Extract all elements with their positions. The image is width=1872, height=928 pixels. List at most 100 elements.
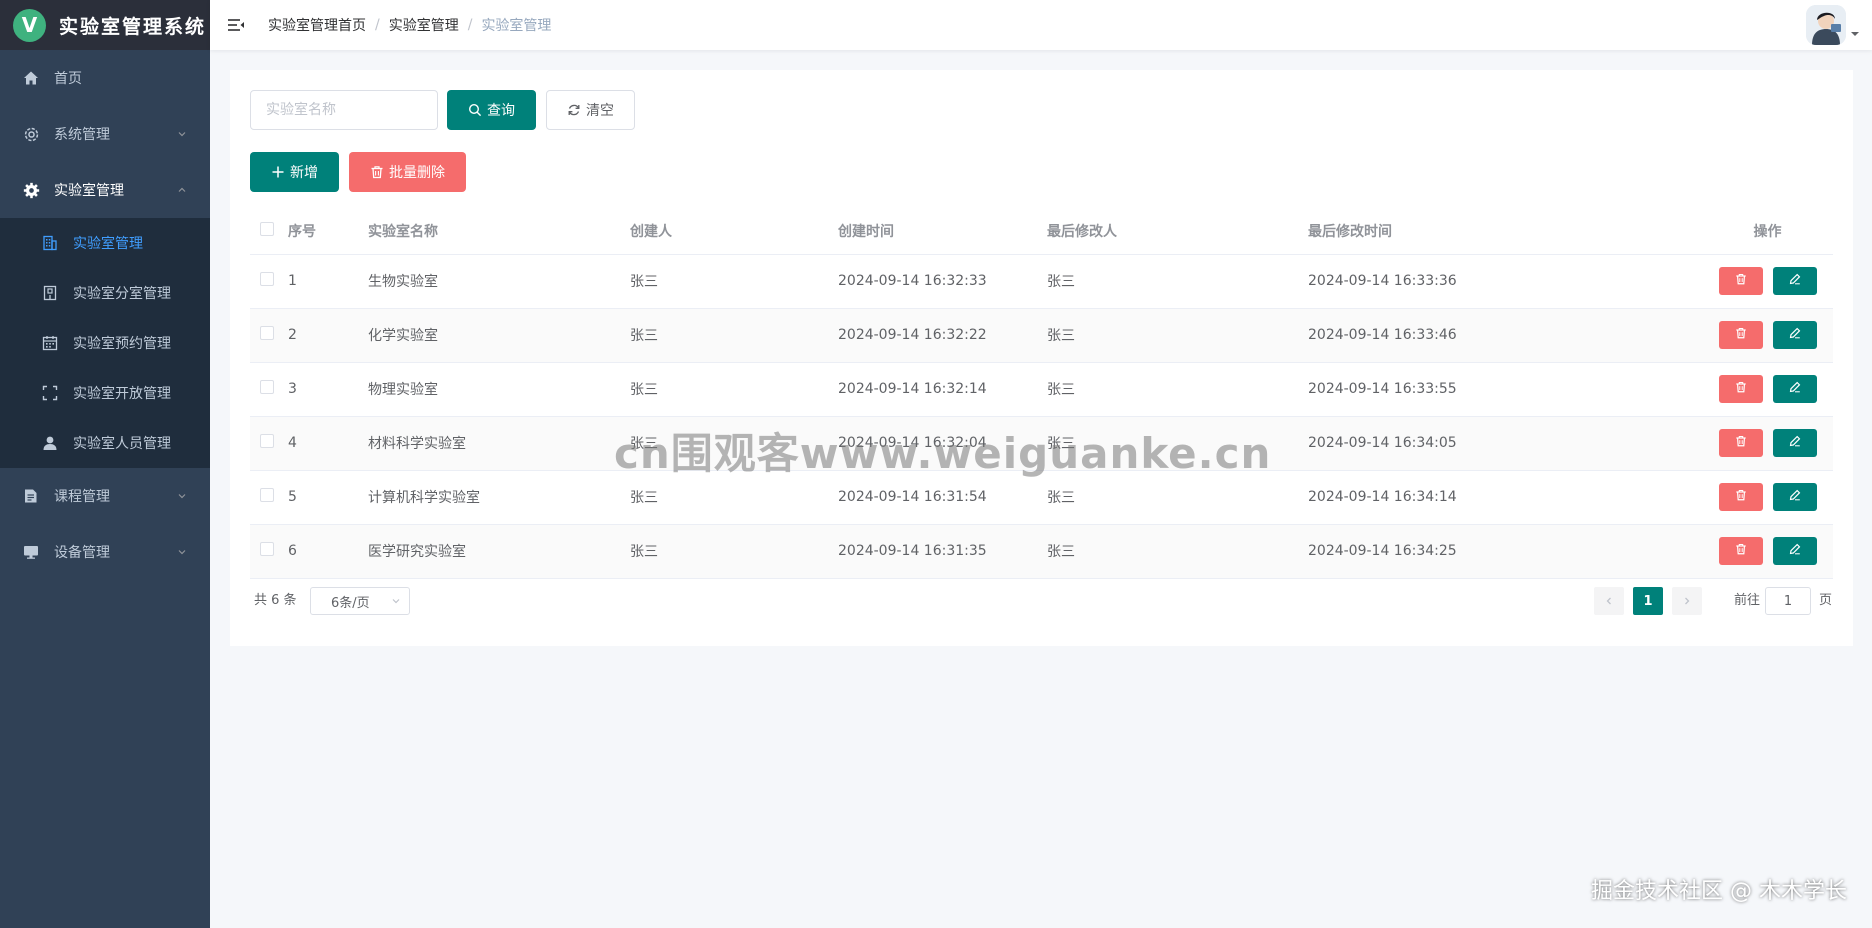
cell-modified: 2024-09-14 16:34:25	[1308, 524, 1702, 579]
sidebar-item-course[interactable]: 课程管理	[0, 468, 210, 524]
clear-button[interactable]: 清空	[546, 90, 635, 130]
navbar: 实验室管理首页 / 实验室管理 / 实验室管理	[210, 0, 1872, 50]
gear-outline-icon	[22, 125, 40, 143]
select-all-checkbox[interactable]	[260, 221, 274, 236]
page-size-value: 6条/页	[331, 595, 370, 611]
cell-modifier: 张三	[1047, 524, 1308, 579]
sidebar-item-system[interactable]: 系统管理	[0, 106, 210, 162]
edit-icon	[1789, 381, 1801, 397]
delete-button[interactable]	[1718, 375, 1763, 403]
breadcrumb-current: 实验室管理	[481, 18, 552, 34]
cell-modifier: 张三	[1047, 254, 1308, 309]
cell-name: 材料科学实验室	[368, 416, 630, 471]
prev-page-button[interactable]	[1594, 587, 1624, 615]
trash-icon	[1735, 381, 1747, 397]
office-icon	[41, 284, 59, 302]
sidebar-subitem-lab-rooms[interactable]: 实验室分室管理	[0, 268, 210, 318]
chevron-down-icon	[178, 132, 186, 137]
sidebar-subitem-lab-management[interactable]: 实验室管理	[0, 218, 210, 268]
table-row[interactable]: 4 材料科学实验室 张三 2024-09-14 16:32:04 张三 2024-09-1…	[250, 416, 1833, 471]
edit-button[interactable]	[1772, 321, 1817, 349]
chevron-down-icon	[178, 494, 186, 499]
cell-actions	[1702, 470, 1833, 525]
cell-name: 计算机科学实验室	[368, 470, 630, 525]
breadcrumb-home[interactable]: 实验室管理首页	[268, 15, 366, 35]
sidebar-item-label: 系统管理	[54, 127, 110, 143]
cell-modified: 2024-09-14 16:33:55	[1308, 362, 1702, 417]
trash-icon	[1735, 435, 1747, 451]
delete-button[interactable]	[1718, 483, 1763, 511]
cell-actions	[1702, 254, 1833, 309]
sidebar-item-equipment[interactable]: 设备管理	[0, 524, 210, 580]
edit-icon	[1789, 273, 1801, 289]
cell-created: 2024-09-14 16:32:14	[838, 362, 1047, 417]
chevron-down-icon	[178, 550, 186, 555]
row-checkbox[interactable]	[260, 434, 274, 448]
cell-name: 医学研究实验室	[368, 524, 630, 579]
sidebar-subitem-lab-open[interactable]: 实验室开放管理	[0, 368, 210, 418]
credit-text: 掘金技术社区 @ 木木学长	[1591, 879, 1847, 904]
cell-actions	[1702, 308, 1833, 363]
user-menu[interactable]	[1806, 5, 1860, 45]
lab-table: 序号 实验室名称 创建人 创建时间 最后修改人 最后修改时间 操作 1 生物实验室…	[250, 208, 1833, 579]
logo[interactable]: V 实验室管理系统	[0, 0, 210, 50]
breadcrumb-lab[interactable]: 实验室管理	[389, 15, 459, 35]
query-button[interactable]: 查询	[447, 90, 536, 130]
edit-button[interactable]	[1772, 267, 1817, 295]
trash-icon	[1735, 273, 1747, 289]
table-row[interactable]: 1 生物实验室 张三 2024-09-14 16:32:33 张三 2024-09-14 …	[250, 254, 1833, 309]
page-number-current[interactable]: 1	[1633, 587, 1663, 615]
cell-no: 5	[288, 470, 368, 525]
cell-actions	[1702, 416, 1833, 471]
delete-button[interactable]	[1718, 321, 1763, 349]
table-row[interactable]: 6 医学研究实验室 张三 2024-09-14 16:31:35 张三 2024-09-1…	[250, 524, 1833, 579]
column-header-modifier: 最后修改人	[1047, 208, 1308, 255]
row-checkbox[interactable]	[260, 488, 274, 502]
search-icon	[468, 103, 482, 117]
table-row[interactable]: 3 物理实验室 张三 2024-09-14 16:32:14 张三 2024-09-14 …	[250, 362, 1833, 417]
table-row[interactable]: 2 化学实验室 张三 2024-09-14 16:32:22 张三 2024-09-14 …	[250, 308, 1833, 363]
cell-creator: 张三	[630, 524, 838, 579]
sidebar-subitem-label: 实验室人员管理	[73, 436, 171, 452]
submenu-lab: 实验室管理 实验室分室管理 实验室预约管理 实验室开放管理 实验室人员管理	[0, 218, 210, 468]
bulk-delete-button[interactable]: 批量删除	[349, 152, 466, 192]
avatar[interactable]	[1806, 5, 1846, 45]
app-title: 实验室管理系统	[59, 15, 207, 38]
cell-modifier: 张三	[1047, 416, 1308, 471]
edit-button[interactable]	[1772, 537, 1817, 565]
edit-icon	[1789, 435, 1801, 451]
caret-down-icon	[1851, 32, 1859, 36]
sidebar-subitem-lab-staff[interactable]: 实验室人员管理	[0, 418, 210, 468]
add-button[interactable]: 新增	[250, 152, 339, 192]
cell-creator: 张三	[630, 470, 838, 525]
delete-button[interactable]	[1718, 429, 1763, 457]
sidebar-subitem-lab-booking[interactable]: 实验室预约管理	[0, 318, 210, 368]
edit-button[interactable]	[1772, 483, 1817, 511]
cell-created: 2024-09-14 16:31:35	[838, 524, 1047, 579]
next-page-button[interactable]	[1672, 587, 1702, 615]
row-checkbox[interactable]	[260, 272, 274, 286]
trash-icon	[1735, 543, 1747, 559]
user-icon	[41, 434, 59, 452]
table-row[interactable]: 5 计算机科学实验室 张三 2024-09-14 16:31:54 张三 2024-09-…	[250, 470, 1833, 525]
cell-modifier: 张三	[1047, 470, 1308, 525]
hamburger-icon[interactable]	[226, 15, 246, 35]
sidebar-item-lab[interactable]: 实验室管理	[0, 162, 210, 218]
row-checkbox[interactable]	[260, 380, 274, 394]
edit-button[interactable]	[1772, 429, 1817, 457]
cell-actions	[1702, 362, 1833, 417]
delete-button[interactable]	[1718, 267, 1763, 295]
search-input[interactable]	[250, 90, 438, 130]
edit-button[interactable]	[1772, 375, 1817, 403]
sidebar-item-label: 课程管理	[54, 489, 110, 505]
row-checkbox[interactable]	[260, 542, 274, 556]
cell-creator: 张三	[630, 362, 838, 417]
cell-modified: 2024-09-14 16:33:36	[1308, 254, 1702, 309]
delete-button[interactable]	[1718, 537, 1763, 565]
goto-page-input[interactable]	[1765, 587, 1811, 615]
row-checkbox[interactable]	[260, 326, 274, 340]
page-size-select[interactable]: 6条/页	[310, 587, 410, 615]
cell-created: 2024-09-14 16:32:33	[838, 254, 1047, 309]
cell-modified: 2024-09-14 16:33:46	[1308, 308, 1702, 363]
sidebar-item-home[interactable]: 首页	[0, 50, 210, 106]
